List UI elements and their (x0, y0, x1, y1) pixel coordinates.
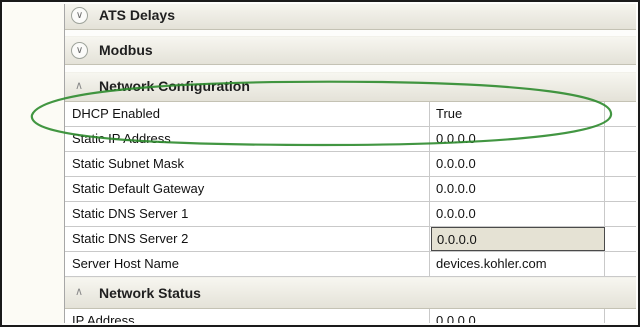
property-grid: ∨ ATS Delays ∨ Modbus ∧ Network Configur… (64, 4, 636, 323)
property-value[interactable]: 0.0.0.0 (431, 127, 605, 151)
property-row-static-dns-server-2[interactable]: Static DNS Server 2 0.0.0.0 (65, 227, 636, 252)
property-value-selected[interactable]: 0.0.0.0 (431, 227, 605, 251)
section-network-status[interactable]: ∧ Network Status (65, 277, 636, 309)
section-network-configuration[interactable]: ∧ Network Configuration (65, 72, 636, 102)
property-row-server-host-name[interactable]: Server Host Name devices.kohler.com (65, 252, 636, 277)
property-row-static-subnet-mask[interactable]: Static Subnet Mask 0.0.0.0 (65, 152, 636, 177)
property-value[interactable]: 0.0.0.0 (431, 202, 605, 226)
section-label: ATS Delays (99, 7, 175, 23)
property-value[interactable]: 0.0.0.0 (431, 309, 605, 323)
property-name: Static IP Address (65, 127, 430, 151)
property-row-static-default-gateway[interactable]: Static Default Gateway 0.0.0.0 (65, 177, 636, 202)
property-value[interactable]: True (431, 102, 605, 126)
property-value[interactable]: 0.0.0.0 (431, 177, 605, 201)
property-name: Static Default Gateway (65, 177, 430, 201)
section-label: Network Status (99, 285, 201, 301)
property-value[interactable]: devices.kohler.com (431, 252, 605, 276)
property-row-static-dns-server-1[interactable]: Static DNS Server 1 0.0.0.0 (65, 202, 636, 227)
property-name: Static Subnet Mask (65, 152, 430, 176)
property-name: Server Host Name (65, 252, 430, 276)
chevron-down-icon[interactable]: ∨ (71, 7, 88, 24)
property-name: Static DNS Server 1 (65, 202, 430, 226)
property-row-dhcp-enabled[interactable]: DHCP Enabled True (65, 102, 636, 127)
property-name: DHCP Enabled (65, 102, 430, 126)
properties-window: ∨ ATS Delays ∨ Modbus ∧ Network Configur… (0, 0, 640, 327)
property-value[interactable]: 0.0.0.0 (431, 152, 605, 176)
property-name: IP Address (65, 309, 430, 323)
property-row-static-ip-address[interactable]: Static IP Address 0.0.0.0 (65, 127, 636, 152)
chevron-down-icon[interactable]: ∨ (71, 42, 88, 59)
property-name: Static DNS Server 2 (65, 227, 430, 251)
section-label: Network Configuration (99, 78, 250, 94)
section-label: Modbus (99, 42, 153, 58)
chevron-up-icon[interactable]: ∧ (75, 285, 83, 298)
left-margin-strip (4, 4, 64, 323)
section-ats-delays[interactable]: ∨ ATS Delays (65, 4, 636, 30)
section-modbus[interactable]: ∨ Modbus (65, 36, 636, 65)
property-row-ip-address[interactable]: IP Address 0.0.0.0 (65, 309, 636, 323)
chevron-up-icon[interactable]: ∧ (75, 79, 83, 92)
